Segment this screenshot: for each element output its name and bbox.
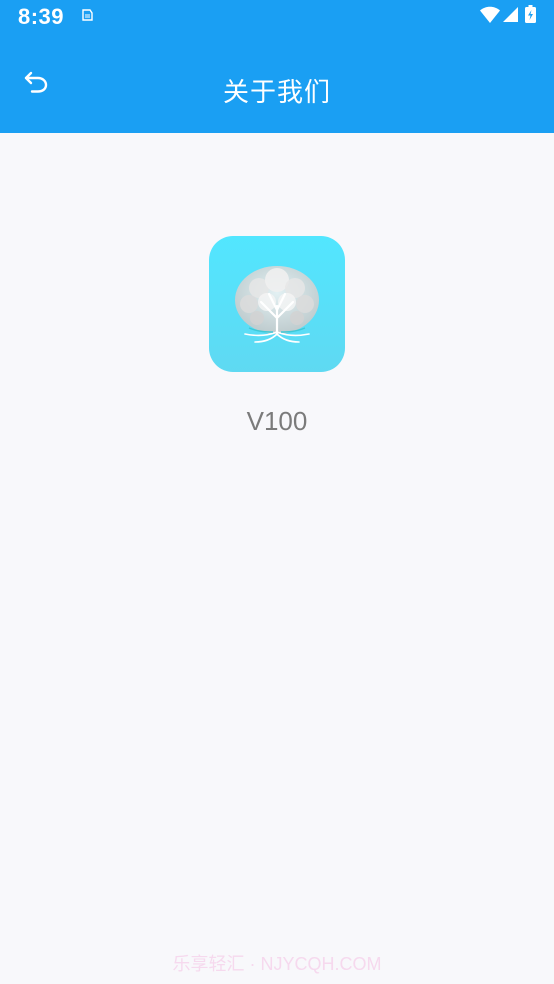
signal-icon	[503, 7, 518, 22]
status-time: 8:39	[18, 4, 65, 29]
app-header: 8:39 关于我们	[0, 0, 554, 133]
tree-logo-icon	[235, 266, 319, 343]
watermark: 乐享轻汇 · NJYCQH.COM	[172, 954, 382, 974]
page-title: 关于我们	[222, 78, 331, 108]
app-icon	[209, 236, 345, 372]
battery-charging-icon	[525, 5, 536, 23]
app-version: V100	[246, 406, 308, 436]
wifi-icon	[480, 6, 500, 23]
sim-card-icon	[82, 9, 93, 21]
